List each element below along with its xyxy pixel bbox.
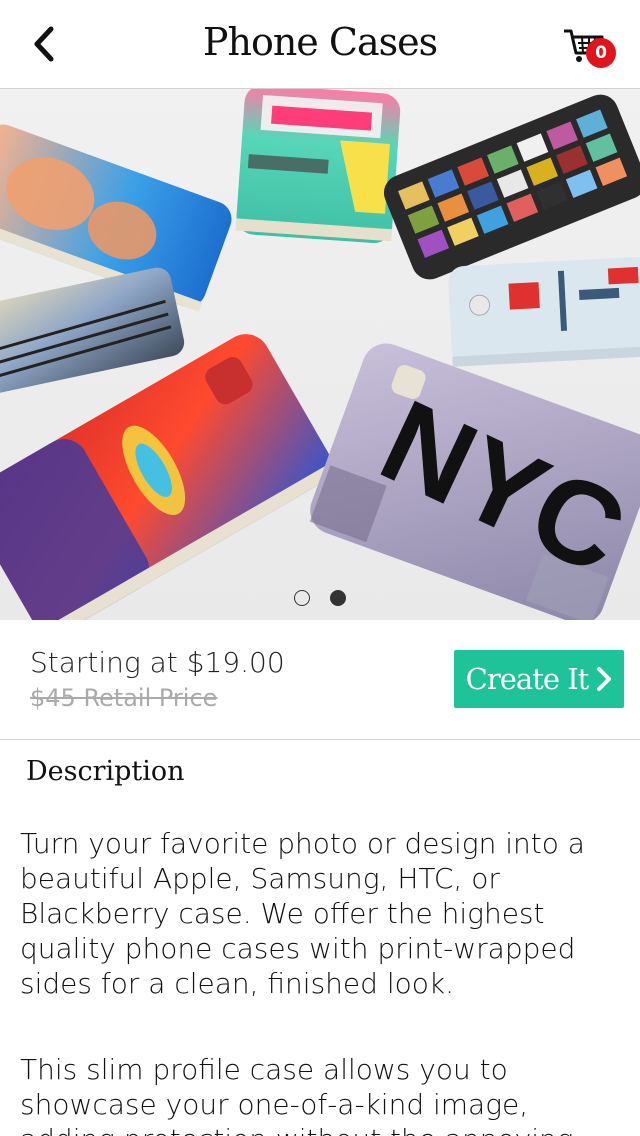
carousel-pagination <box>0 590 640 606</box>
chevron-right-icon <box>597 667 612 691</box>
description-paragraph: Turn your favorite photo or design into … <box>20 827 585 1000</box>
cart-button[interactable]: 0 <box>562 22 622 72</box>
cart-count-badge: 0 <box>586 38 616 68</box>
carousel-dot-1[interactable] <box>294 590 310 606</box>
product-image-carousel[interactable]: NYC <box>0 89 640 620</box>
carousel-dot-2[interactable] <box>330 590 346 606</box>
create-it-label: Create It <box>465 662 590 696</box>
phone-cases-photo: NYC <box>0 89 640 620</box>
nav-header: Phone Cases 0 <box>0 0 640 89</box>
page-title: Phone Cases <box>202 20 438 64</box>
price-section: Starting at $19.00 $45 Retail Price Crea… <box>0 620 640 740</box>
app-root: Phone Cases 0 NYC Starting at $19.00 $45… <box>0 0 640 1136</box>
retail-price: $45 Retail Price <box>30 684 218 712</box>
starting-price: Starting at $19.00 <box>30 646 285 679</box>
description-paragraph: This slim profile case allows you to sho… <box>20 1053 574 1136</box>
description-heading: Description <box>26 756 185 787</box>
create-it-button[interactable]: Create It <box>454 650 624 708</box>
